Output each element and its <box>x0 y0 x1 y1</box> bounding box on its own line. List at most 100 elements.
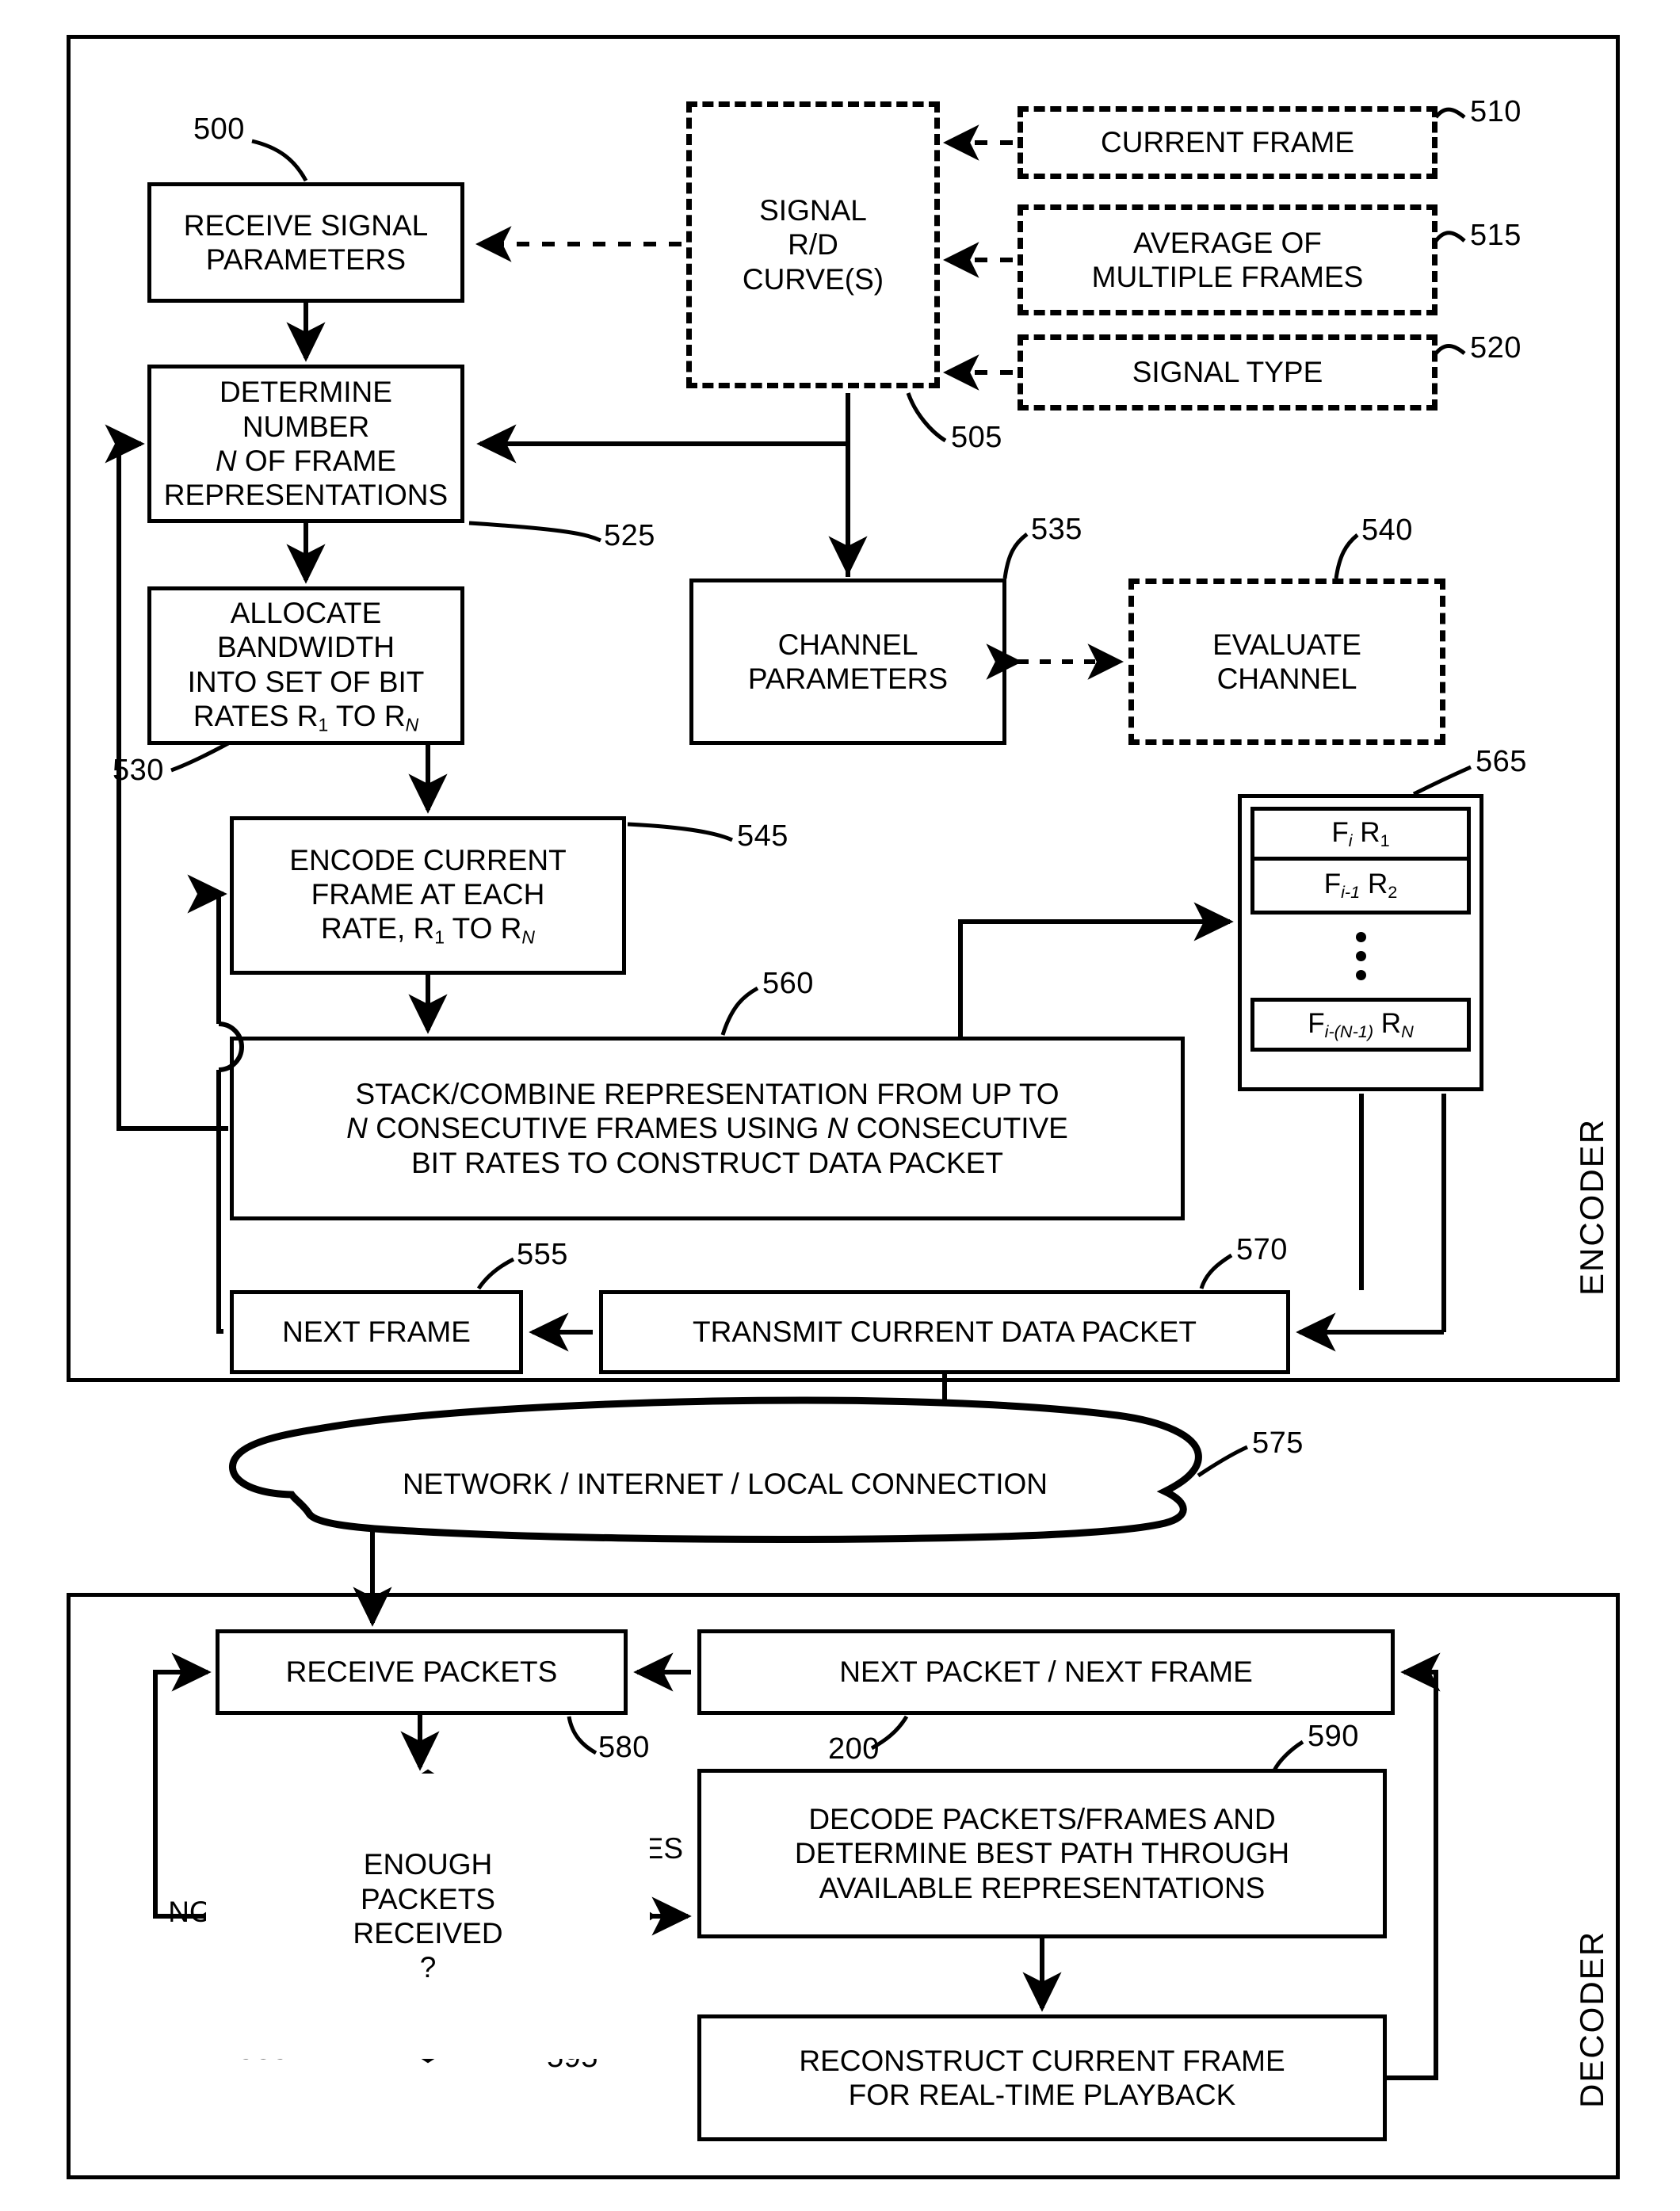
decision-line3: RECEIVED <box>353 1917 503 1949</box>
ref-570: 570 <box>1236 1233 1288 1266</box>
ref-580: 580 <box>598 1731 650 1764</box>
encode-sub2: N <box>521 926 535 948</box>
evaluate-line2: CHANNEL <box>1216 663 1357 695</box>
stack-row-1: Fi R1 <box>1250 807 1471 861</box>
reconstruct-line2: FOR REAL-TIME PLAYBACK <box>848 2079 1236 2111</box>
average-line1: AVERAGE OF <box>1133 226 1322 259</box>
block-receive-signal-parameters[interactable]: RECEIVE SIGNAL PARAMETERS <box>147 182 464 303</box>
encode-line2: FRAME AT EACH <box>311 877 545 911</box>
block-transmit-current-data-packet[interactable]: TRANSMIT CURRENT DATA PACKET <box>599 1290 1290 1374</box>
channel-parameters-line1: CHANNEL <box>777 628 918 661</box>
decode-line3: AVAILABLE REPRESENTATIONS <box>819 1871 1266 1904</box>
block-receive-packets[interactable]: RECEIVE PACKETS <box>216 1629 628 1715</box>
ref-545: 545 <box>737 819 788 853</box>
stack-row1-f: F <box>1331 816 1349 848</box>
stack-row3-r: R <box>1373 1007 1402 1039</box>
current-frame-label: CURRENT FRAME <box>1101 126 1354 159</box>
ref-525: 525 <box>604 519 655 552</box>
signal-rd-line2: R/D <box>788 228 838 262</box>
stack-row1-r-sub: 1 <box>1380 830 1390 850</box>
stack-vertical-ellipsis <box>1355 932 1366 980</box>
encode-line1: ENCODE CURRENT <box>289 843 567 876</box>
stack-row3-f-sub: i-(N-1) <box>1324 1021 1374 1041</box>
stack-line2b: CONSECUTIVE FRAMES USING <box>367 1112 827 1145</box>
ref-510: 510 <box>1470 95 1522 128</box>
block-decode-packets[interactable]: DECODE PACKETS/FRAMES AND DETERMINE BEST… <box>697 1769 1387 1938</box>
stack-row2-f: F <box>1323 869 1342 900</box>
receive-signal-parameters-label: RECEIVE SIGNAL PARAMETERS <box>183 208 429 276</box>
allocate-line2: INTO SET OF BIT <box>187 665 425 698</box>
decision-line2: PACKETS <box>361 1882 495 1915</box>
stack-n2: N <box>827 1112 849 1145</box>
encode-line3a: RATE, R <box>321 912 435 945</box>
block-signal-rd-curves[interactable]: SIGNAL R/D CURVE(S) <box>686 101 940 388</box>
signal-type-label: SIGNAL TYPE <box>1132 356 1323 389</box>
block-determine-number[interactable]: DETERMINE NUMBER N OF FRAME REPRESENTATI… <box>147 365 464 523</box>
evaluate-line1: EVALUATE <box>1212 628 1361 661</box>
allocate-sub2: N <box>405 714 419 735</box>
decoder-label: DECODER <box>1573 1930 1610 2108</box>
determine-number-line1: DETERMINE NUMBER <box>220 376 392 443</box>
ref-200: 200 <box>828 1732 880 1766</box>
stack-row1-r: R <box>1352 816 1380 848</box>
ref-575: 575 <box>1252 1426 1304 1460</box>
decision-line4: ? <box>419 1951 437 1984</box>
stack-row2-r-sub: 2 <box>1388 882 1398 903</box>
ref-515: 515 <box>1470 219 1522 252</box>
figure-canvas: ENCODER DECODER RECEIVE SIGNAL PARAMETER… <box>0 0 1680 2211</box>
stack-row3-r-sub: N <box>1401 1021 1414 1041</box>
allocate-line3a: RATES R <box>193 699 319 732</box>
decode-line2: DETERMINE BEST PATH THROUGH <box>794 1837 1290 1870</box>
block-evaluate-channel[interactable]: EVALUATE CHANNEL <box>1128 579 1445 745</box>
block-allocate-bandwidth[interactable]: ALLOCATE BANDWIDTH INTO SET OF BIT RATES… <box>147 586 464 745</box>
determine-number-line3: REPRESENTATIONS <box>163 479 449 512</box>
block-signal-type[interactable]: SIGNAL TYPE <box>1018 334 1438 411</box>
average-line2: MULTIPLE FRAMES <box>1091 261 1364 293</box>
block-channel-parameters[interactable]: CHANNEL PARAMETERS <box>689 579 1006 745</box>
decode-line1: DECODE PACKETS/FRAMES AND <box>808 1803 1276 1836</box>
block-average-multiple-frames[interactable]: AVERAGE OF MULTIPLE FRAMES <box>1018 204 1438 315</box>
block-next-frame[interactable]: NEXT FRAME <box>230 1290 523 1374</box>
stack-line1: STACK/COMBINE REPRESENTATION FROM UP TO <box>355 1078 1060 1111</box>
stack-n1: N <box>346 1112 368 1145</box>
next-frame-label: NEXT FRAME <box>282 1316 471 1349</box>
encode-line3b: TO R <box>445 912 522 945</box>
block-stack-combine[interactable]: STACK/COMBINE REPRESENTATION FROM UP TO … <box>230 1037 1185 1220</box>
stack-row2-f-sub: i-1 <box>1341 882 1361 903</box>
allocate-sub1: 1 <box>318 714 329 735</box>
next-packet-label: NEXT PACKET / NEXT FRAME <box>839 1655 1253 1689</box>
stack-row2-r: R <box>1360 869 1388 900</box>
ref-535: 535 <box>1031 513 1082 546</box>
network-cloud-label: NETWORK / INTERNET / LOCAL CONNECTION <box>317 1457 1133 1512</box>
allocate-line3b: TO R <box>328 699 406 732</box>
allocate-line1: ALLOCATE BANDWIDTH <box>216 596 395 664</box>
stack-line3: BIT RATES TO CONSTRUCT DATA PACKET <box>411 1146 1003 1179</box>
decision-line1: ENOUGH <box>363 1848 493 1881</box>
ref-520: 520 <box>1470 331 1522 365</box>
encoder-label: ENCODER <box>1573 1117 1610 1296</box>
determine-number-n: N <box>215 445 237 477</box>
decision-enough-packets[interactable]: ENOUGH PACKETS RECEIVED ? <box>206 1774 650 2059</box>
stack-line2d: CONSECUTIVE <box>848 1112 1068 1145</box>
block-reconstruct-current-frame[interactable]: RECONSTRUCT CURRENT FRAME FOR REAL-TIME … <box>697 2014 1387 2141</box>
block-current-frame[interactable]: CURRENT FRAME <box>1018 106 1438 179</box>
determine-number-line2: OF FRAME <box>236 445 397 477</box>
ref-565: 565 <box>1476 745 1527 778</box>
block-next-packet-next-frame[interactable]: NEXT PACKET / NEXT FRAME <box>697 1629 1395 1715</box>
ref-555: 555 <box>517 1238 568 1271</box>
ref-540: 540 <box>1361 514 1413 547</box>
ref-560: 560 <box>762 967 814 1000</box>
signal-rd-line1: SIGNAL <box>759 194 867 227</box>
stack-row-2: Fi-1 R2 <box>1250 861 1471 915</box>
ref-530: 530 <box>113 754 164 787</box>
reconstruct-line1: RECONSTRUCT CURRENT FRAME <box>799 2044 1285 2077</box>
ref-590: 590 <box>1308 1720 1359 1753</box>
representation-stack: Fi R1 Fi-1 R2 Fi-(N-1) RN <box>1238 794 1483 1091</box>
stack-row-3: Fi-(N-1) RN <box>1250 998 1471 1052</box>
receive-packets-label: RECEIVE PACKETS <box>285 1655 558 1689</box>
cloud-label: NETWORK / INTERNET / LOCAL CONNECTION <box>402 1468 1048 1501</box>
block-encode-current-frame[interactable]: ENCODE CURRENT FRAME AT EACH RATE, R1 TO… <box>230 816 626 975</box>
stack-row3-f: F <box>1308 1007 1325 1039</box>
transmit-label: TRANSMIT CURRENT DATA PACKET <box>693 1316 1197 1349</box>
signal-rd-line3: CURVE(S) <box>742 262 884 296</box>
